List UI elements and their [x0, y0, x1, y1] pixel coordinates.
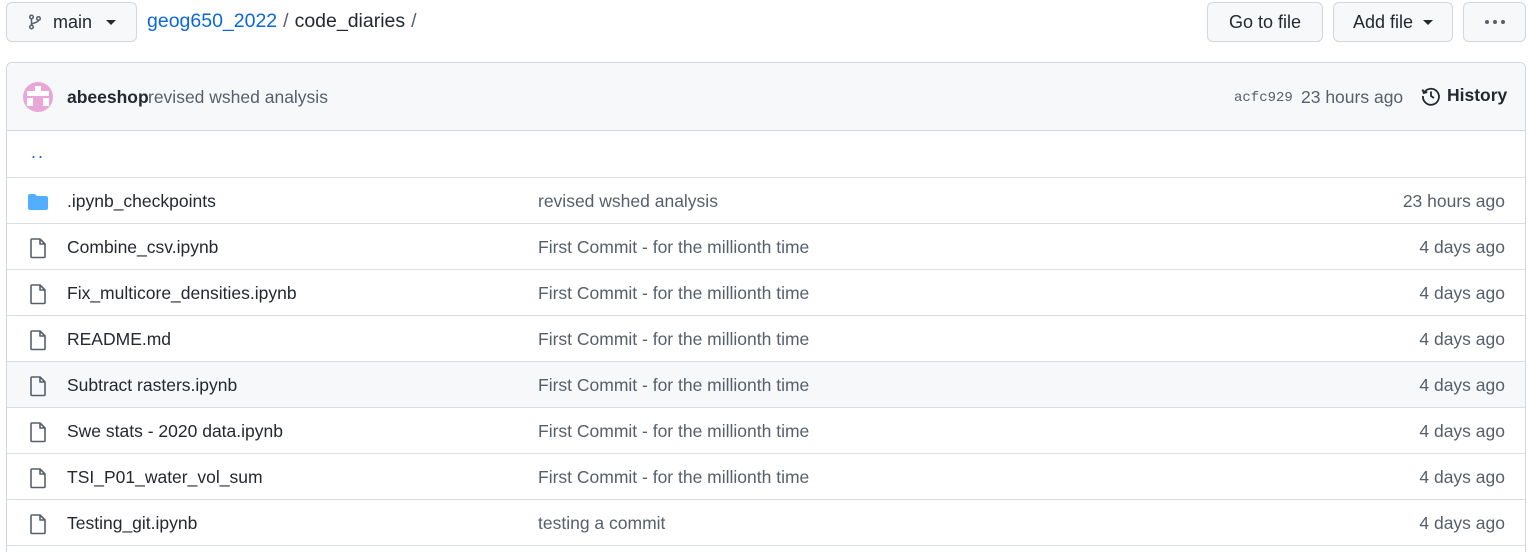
commit-message-link[interactable]: First Commit - for the millionth time [538, 237, 809, 258]
chevron-down-icon [1423, 19, 1434, 25]
table-row[interactable]: Fix_multicore_densities.ipynb First Comm… [7, 270, 1525, 316]
file-name-link[interactable]: Combine_csv.ipynb [67, 237, 218, 258]
file-listing: abeeshop revised wshed analysis acfc929 … [6, 62, 1526, 552]
file-name-link[interactable]: TSI_P01_water_vol_sum [67, 467, 263, 488]
file-name-link[interactable]: Testing_git.ipynb [67, 513, 197, 534]
file-name-link[interactable]: .ipynb_checkpoints [67, 191, 216, 212]
avatar[interactable] [23, 82, 53, 112]
more-options-button[interactable] [1463, 2, 1526, 42]
git-branch-icon [28, 14, 42, 30]
file-icon [30, 284, 46, 305]
commit-time: 4 days ago [1419, 237, 1505, 257]
file-icon [30, 422, 46, 443]
table-row[interactable]: Subtract rasters.ipynb First Commit - fo… [7, 362, 1525, 408]
latest-commit-bar: abeeshop revised wshed analysis acfc929 … [7, 63, 1525, 131]
branch-select-button[interactable]: main [6, 2, 137, 42]
parent-directory-row[interactable]: .. [7, 131, 1525, 178]
folder-icon [28, 194, 48, 210]
breadcrumb-repo-link[interactable]: geog650_2022 [147, 10, 277, 33]
file-icon [30, 238, 46, 259]
commit-message-link[interactable]: First Commit - for the millionth time [538, 375, 809, 396]
branch-label: main [53, 11, 93, 32]
add-file-button[interactable]: Add file [1333, 2, 1453, 42]
file-name-link[interactable]: README.md [67, 329, 171, 350]
commit-time: 23 hours ago [1402, 191, 1505, 211]
commit-sha-link[interactable]: acfc929 [1234, 90, 1293, 106]
commit-author-link[interactable]: abeeshop [67, 87, 149, 108]
commit-time: 4 days ago [1419, 467, 1505, 487]
commit-message-link[interactable]: testing a commit [538, 513, 665, 534]
history-link[interactable]: History [1421, 85, 1507, 106]
table-row[interactable]: Testing_git.ipynb testing a commit 4 day… [7, 500, 1525, 546]
table-row[interactable]: TSI_P01_water_vol_sum First Commit - for… [7, 454, 1525, 500]
commit-time: 4 days ago [1419, 283, 1505, 303]
table-row[interactable]: Swe stats - 2020 data.ipynb First Commit… [7, 408, 1525, 454]
history-label: History [1447, 85, 1508, 105]
commit-message-link[interactable]: First Commit - for the millionth time [538, 467, 809, 488]
commit-time: 4 days ago [1419, 421, 1505, 441]
commit-message-link[interactable]: First Commit - for the millionth time [538, 329, 809, 350]
chevron-down-icon [106, 19, 117, 25]
go-to-file-button[interactable]: Go to file [1207, 2, 1323, 42]
add-file-label: Add file [1352, 11, 1414, 32]
file-name-link[interactable]: Subtract rasters.ipynb [67, 375, 237, 396]
commit-time: 4 days ago [1419, 513, 1505, 533]
table-row[interactable]: .ipynb_checkpoints revised wshed analysi… [7, 178, 1525, 224]
file-icon [30, 330, 46, 351]
file-icon [30, 514, 46, 535]
history-clock-icon [1421, 87, 1440, 106]
table-row[interactable]: README.md First Commit - for the million… [7, 316, 1525, 362]
file-icon [30, 376, 46, 397]
commit-time: 4 days ago [1419, 329, 1505, 349]
breadcrumb-current-folder: code_diaries [294, 10, 406, 32]
table-row[interactable]: Combine_csv.ipynb First Commit - for the… [7, 224, 1525, 270]
file-icon [30, 468, 46, 489]
commit-time: 4 days ago [1419, 375, 1505, 395]
commit-message-link[interactable]: First Commit - for the millionth time [538, 421, 809, 442]
commit-time: 23 hours ago [1301, 87, 1404, 107]
breadcrumb-separator: / [283, 10, 289, 32]
breadcrumb-trailing-separator: / [411, 10, 417, 32]
commit-message-link[interactable]: First Commit - for the millionth time [538, 283, 809, 304]
file-name-link[interactable]: Fix_multicore_densities.ipynb [67, 283, 297, 304]
file-name-link[interactable]: Swe stats - 2020 data.ipynb [67, 421, 283, 442]
breadcrumb: geog650_2022 / code_diaries / [147, 10, 417, 33]
kebab-horizontal-icon [1484, 20, 1505, 24]
commit-message-link[interactable]: revised wshed analysis [538, 191, 718, 212]
parent-directory-link[interactable]: .. [31, 142, 45, 163]
commit-message-link[interactable]: revised wshed analysis [148, 87, 328, 108]
go-to-file-label: Go to file [1228, 11, 1302, 32]
